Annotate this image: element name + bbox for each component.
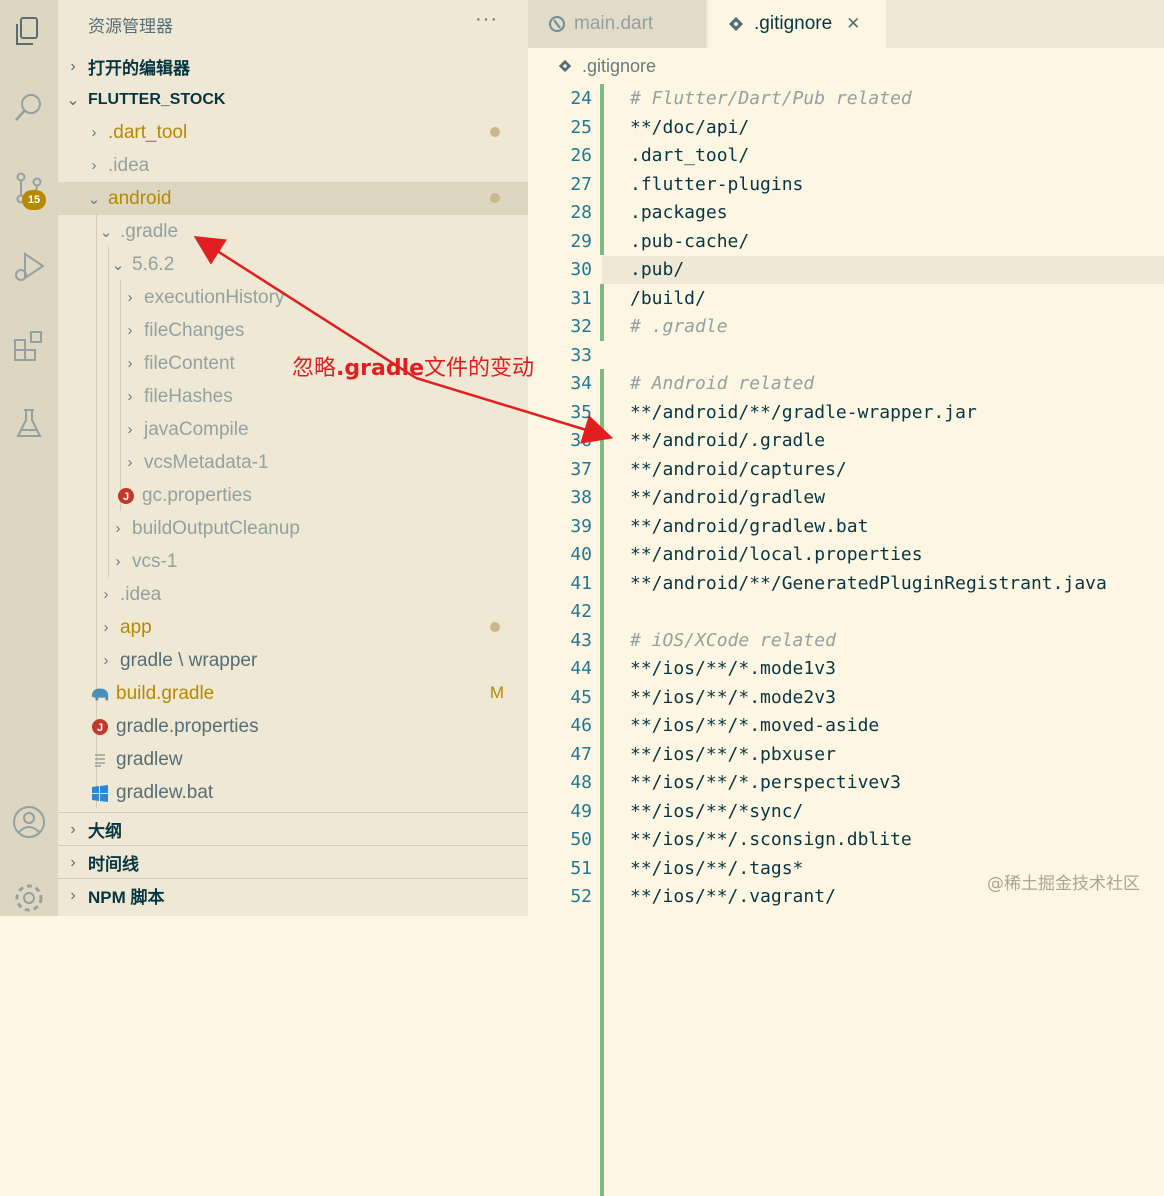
watermark: @稀土掘金技术社区: [987, 874, 1140, 894]
annotation-text: 忽略.gradle文件的变动: [292, 356, 535, 381]
arrow-to-gitignore-line: [415, 376, 614, 444]
annotation-arrows: [193, 235, 614, 444]
